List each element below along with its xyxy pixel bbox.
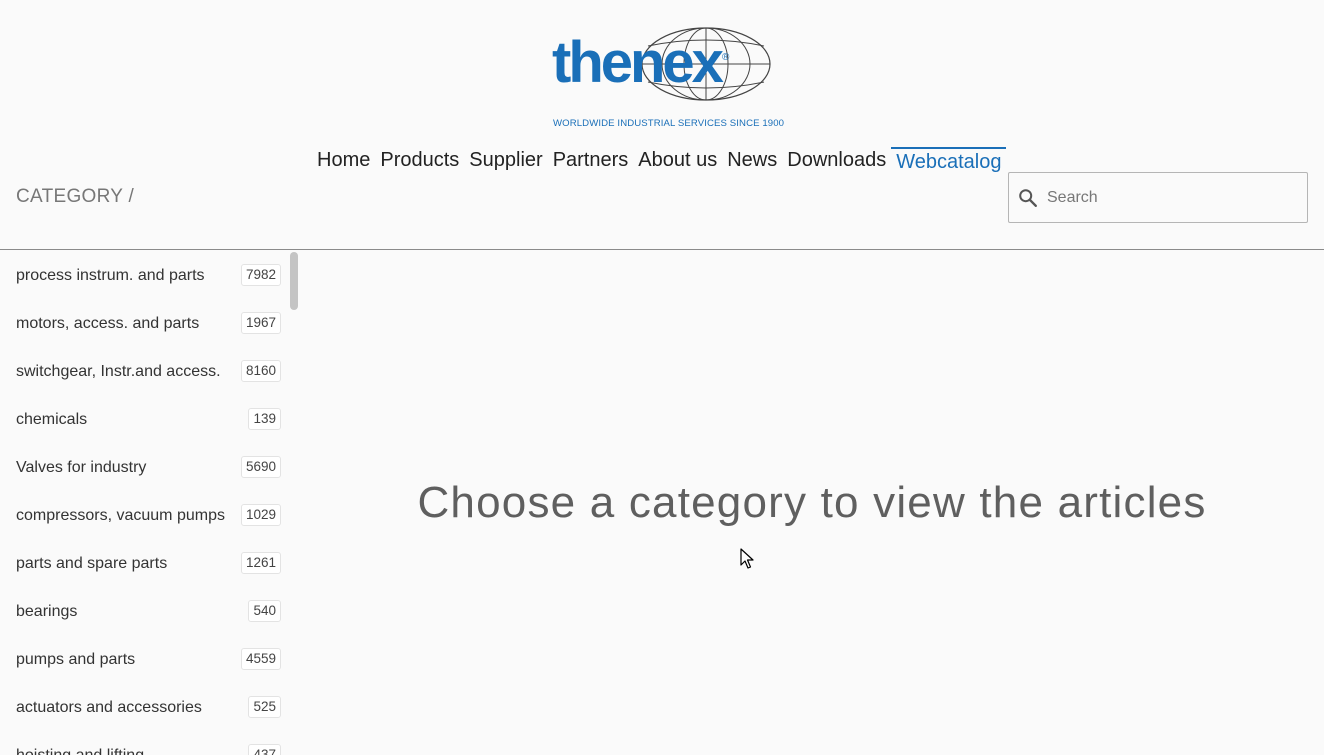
category-label: hoisting and lifting	[16, 746, 145, 755]
category-count-badge: 437	[248, 744, 281, 755]
category-count-badge: 1261	[240, 552, 281, 574]
nav-home[interactable]: Home	[312, 147, 375, 175]
category-item[interactable]: pumps and parts 4559	[16, 635, 281, 683]
category-item[interactable]: actuators and accessories 525	[16, 683, 281, 731]
nav-partners[interactable]: Partners	[548, 147, 634, 175]
category-item[interactable]: chemicals 139	[16, 395, 281, 443]
category-item[interactable]: parts and spare parts 1261	[16, 539, 281, 587]
category-count-badge: 1967	[240, 312, 281, 334]
category-label: compressors, vacuum pumps	[16, 506, 225, 524]
category-label: actuators and accessories	[16, 698, 202, 716]
category-item[interactable]: process instrum. and parts 7982	[16, 251, 281, 299]
registered-mark: ®	[722, 52, 730, 63]
category-sidebar: process instrum. and parts 7982 motors, a…	[0, 251, 300, 755]
category-label: switchgear, Instr.and access.	[16, 362, 221, 380]
category-item[interactable]: compressors, vacuum pumps 1029	[16, 491, 281, 539]
category-label: Valves for industry	[16, 458, 147, 476]
category-item[interactable]: hoisting and lifting 437	[16, 731, 281, 755]
category-count-badge: 540	[248, 600, 281, 622]
mouse-cursor-icon	[740, 548, 754, 569]
category-count-badge: 1029	[240, 504, 281, 526]
category-label: bearings	[16, 602, 78, 620]
category-label: motors, access. and parts	[16, 314, 200, 332]
search-icon	[1019, 189, 1037, 207]
category-label: process instrum. and parts	[16, 266, 205, 284]
category-count-badge: 139	[248, 408, 281, 430]
breadcrumb: CATEGORY /	[16, 186, 135, 207]
category-label: chemicals	[16, 410, 88, 428]
empty-state-message: Choose a category to view the articles	[417, 478, 1207, 527]
category-label: pumps and parts	[16, 650, 136, 668]
category-item[interactable]: switchgear, Instr.and access. 8160	[16, 347, 281, 395]
category-count-badge: 5690	[240, 456, 281, 478]
category-item[interactable]: motors, access. and parts 1967	[16, 299, 281, 347]
category-count-badge: 7982	[240, 264, 281, 286]
logo-wordmark: thenex	[552, 30, 724, 95]
search-box	[1008, 172, 1308, 223]
nav-webcatalog[interactable]: Webcatalog	[891, 147, 1007, 175]
category-count-badge: 525	[248, 696, 281, 718]
sidebar-scrollbar[interactable]	[290, 252, 298, 310]
nav-products[interactable]: Products	[375, 147, 464, 175]
site-header: thenex ® WORLDWIDE INDUSTRIAL SERVICES S…	[0, 0, 1324, 250]
search-input[interactable]	[1047, 174, 1303, 221]
nav-supplier[interactable]: Supplier	[464, 147, 547, 175]
category-count-badge: 8160	[240, 360, 281, 382]
thenex-logo[interactable]: thenex ® WORLDWIDE INDUSTRIAL SERVICES S…	[552, 26, 785, 130]
nav-news[interactable]: News	[722, 147, 782, 175]
category-item[interactable]: bearings 540	[16, 587, 281, 635]
category-item[interactable]: Valves for industry 5690	[16, 443, 281, 491]
nav-about-us[interactable]: About us	[633, 147, 722, 175]
logo-tagline: WORLDWIDE INDUSTRIAL SERVICES SINCE 1900	[553, 118, 785, 129]
category-count-badge: 4559	[240, 648, 281, 670]
category-label: parts and spare parts	[16, 554, 168, 572]
nav-downloads[interactable]: Downloads	[782, 147, 891, 175]
main-nav: Home Products Supplier Partners About us…	[312, 147, 1007, 175]
